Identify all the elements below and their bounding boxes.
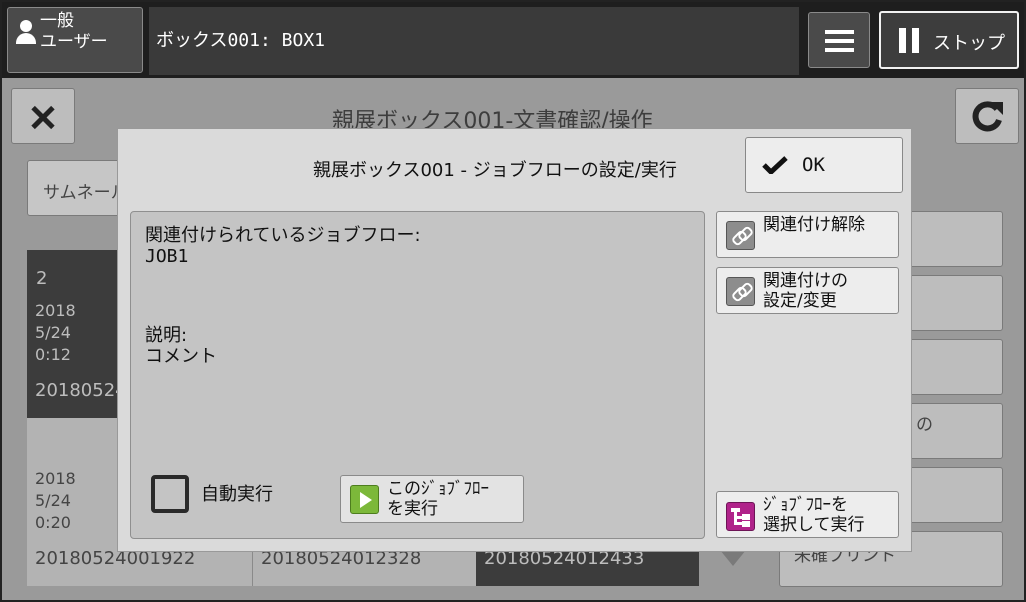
play-icon — [350, 485, 379, 514]
stop-button[interactable]: ストップ — [879, 11, 1019, 69]
job-flow-info-panel: 関連付けられているジョブフロー: JOB1 説明: コメント 自動実行 このｼﾞ… — [130, 211, 705, 539]
description-label: 説明: — [145, 325, 188, 346]
select-and-run-button[interactable]: ｼﾞｮﾌﾞﾌﾛｰを 選択して実行 — [716, 491, 899, 538]
link-settings-label: 関連付けの 設定/変更 — [763, 271, 848, 311]
screen-frame: 一般 ユーザー ボックス001: BOX1 ストップ 親展ボックス001-文書確… — [0, 0, 1026, 602]
dialog-title: 親展ボックス001 - ジョブフローの設定/実行 — [313, 160, 677, 181]
document-card[interactable]: 2 2018 5/24 0:12 20180524 — [27, 250, 127, 418]
auto-run-label: 自動実行 — [201, 484, 273, 505]
box-title: ボックス001: BOX1 — [149, 7, 799, 75]
thumbnail-view-button[interactable]: サムネール — [27, 160, 127, 216]
scroll-down-icon[interactable] — [720, 550, 746, 566]
run-job-flow-button[interactable]: このｼﾞｮﾌﾞﾌﾛｰ を実行 — [340, 475, 524, 523]
ok-label: OK — [802, 154, 825, 176]
user-button[interactable]: 一般 ユーザー — [7, 7, 143, 73]
side-button-label: の — [916, 415, 933, 435]
check-icon — [762, 156, 788, 174]
link-icon — [726, 277, 755, 306]
run-job-flow-label: このｼﾞｮﾌﾞﾌﾛｰ を実行 — [387, 479, 489, 519]
ok-button[interactable]: OK — [745, 137, 903, 193]
job-flow-icon — [726, 502, 755, 531]
unlink-label: 関連付け解除 — [763, 215, 865, 235]
refresh-icon — [972, 101, 1003, 132]
user-label: 一般 ユーザー — [40, 11, 108, 52]
document-name: 20180524 — [35, 380, 127, 401]
top-bar: 一般 ユーザー ボックス001: BOX1 ストップ — [2, 2, 1024, 78]
close-button[interactable] — [11, 88, 75, 144]
link-icon — [726, 221, 755, 250]
auto-run-checkbox[interactable] — [151, 475, 189, 513]
refresh-button[interactable] — [955, 88, 1019, 144]
stop-label: ストップ — [933, 33, 1005, 54]
linked-flow-label: 関連付けられているジョブフロー: — [145, 225, 421, 246]
document-date: 2018 5/24 0:12 — [35, 301, 76, 364]
job-flow-dialog: 親展ボックス001 - ジョブフローの設定/実行 OK 関連付けられているジョブ… — [117, 128, 912, 552]
menu-icon — [825, 30, 854, 34]
page-count: 2 — [36, 268, 48, 289]
menu-button[interactable] — [808, 12, 870, 68]
select-and-run-label: ｼﾞｮﾌﾞﾌﾛｰを 選択して実行 — [763, 495, 865, 535]
document-date: 2018 5/24 0:20 — [35, 469, 76, 532]
linked-flow-value: JOB1 — [145, 246, 189, 267]
unlink-button[interactable]: 関連付け解除 — [716, 211, 899, 258]
user-icon — [16, 20, 36, 44]
link-settings-button[interactable]: 関連付けの 設定/変更 — [716, 267, 899, 314]
description-value: コメント — [145, 346, 217, 367]
pause-icon — [899, 28, 906, 53]
